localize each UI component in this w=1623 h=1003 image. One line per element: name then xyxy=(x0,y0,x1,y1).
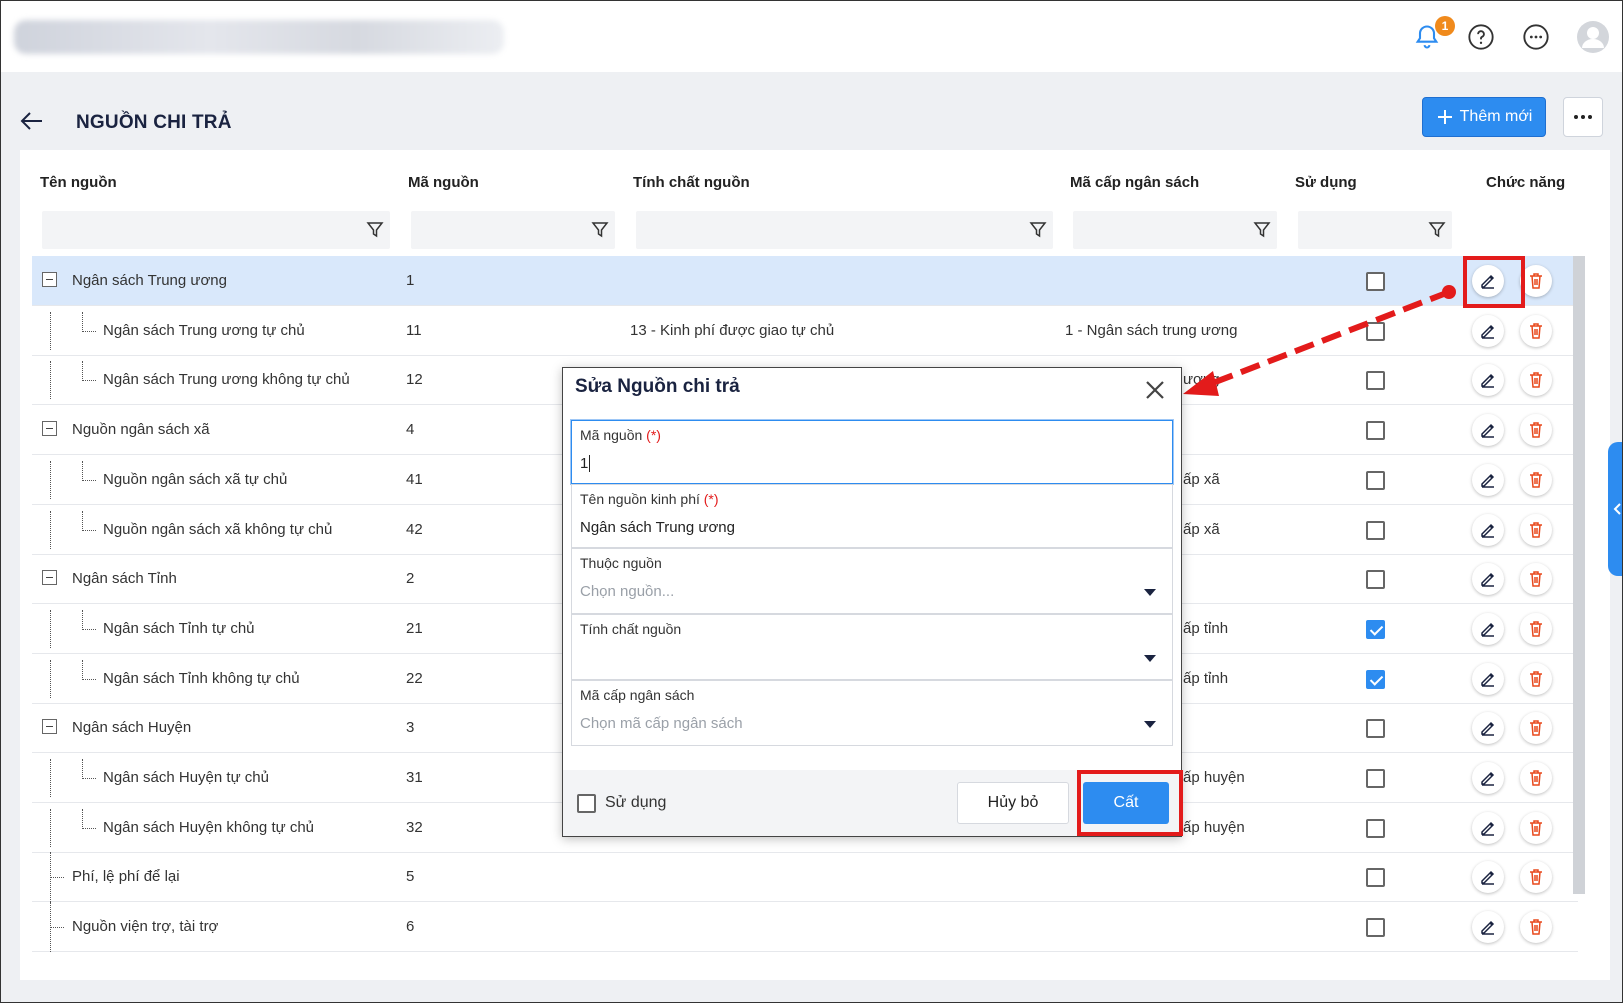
nature-label: Tính chất nguồn xyxy=(580,621,682,637)
cancel-button[interactable]: Hủy bỏ xyxy=(957,782,1069,824)
required-mark: (*) xyxy=(646,427,661,443)
code-field[interactable]: Mã nguồn (*) 1 xyxy=(571,420,1173,484)
name-field[interactable]: Tên nguồn kinh phí (*) Ngân sách Trung ư… xyxy=(571,484,1173,548)
level-placeholder: Chọn mã cấp ngân sách xyxy=(580,715,743,732)
name-label: Tên nguồn kinh phí xyxy=(580,491,700,507)
dialog-title: Sửa Nguồn chi trả xyxy=(575,376,740,397)
code-label: Mã nguồn xyxy=(580,427,643,443)
name-value: Ngân sách Trung ương xyxy=(580,519,735,536)
required-mark: (*) xyxy=(703,491,719,507)
parent-label: Thuộc nguồn xyxy=(580,555,662,571)
save-button[interactable]: Cất xyxy=(1083,782,1169,824)
dropdown-arrow-icon[interactable] xyxy=(1144,721,1156,728)
nature-select[interactable]: Tính chất nguồn xyxy=(571,614,1173,680)
parent-placeholder: Chọn nguồn... xyxy=(580,583,675,600)
edit-source-dialog: Sửa Nguồn chi trả Mã nguồn (*) 1 Tên ngu… xyxy=(562,367,1182,837)
close-icon[interactable] xyxy=(1143,378,1167,402)
dropdown-arrow-icon[interactable] xyxy=(1144,655,1156,662)
budget-level-select[interactable]: Mã cấp ngân sách Chọn mã cấp ngân sách xyxy=(571,680,1173,746)
code-value: 1 xyxy=(580,455,591,472)
use-checkbox[interactable] xyxy=(577,794,596,813)
dialog-footer: Sử dụng Hủy bỏ Cất xyxy=(563,770,1181,836)
use-label: Sử dụng xyxy=(605,794,667,811)
level-label: Mã cấp ngân sách xyxy=(580,687,695,703)
parent-source-select[interactable]: Thuộc nguồn Chọn nguồn... xyxy=(571,548,1173,614)
dropdown-arrow-icon[interactable] xyxy=(1144,589,1156,596)
